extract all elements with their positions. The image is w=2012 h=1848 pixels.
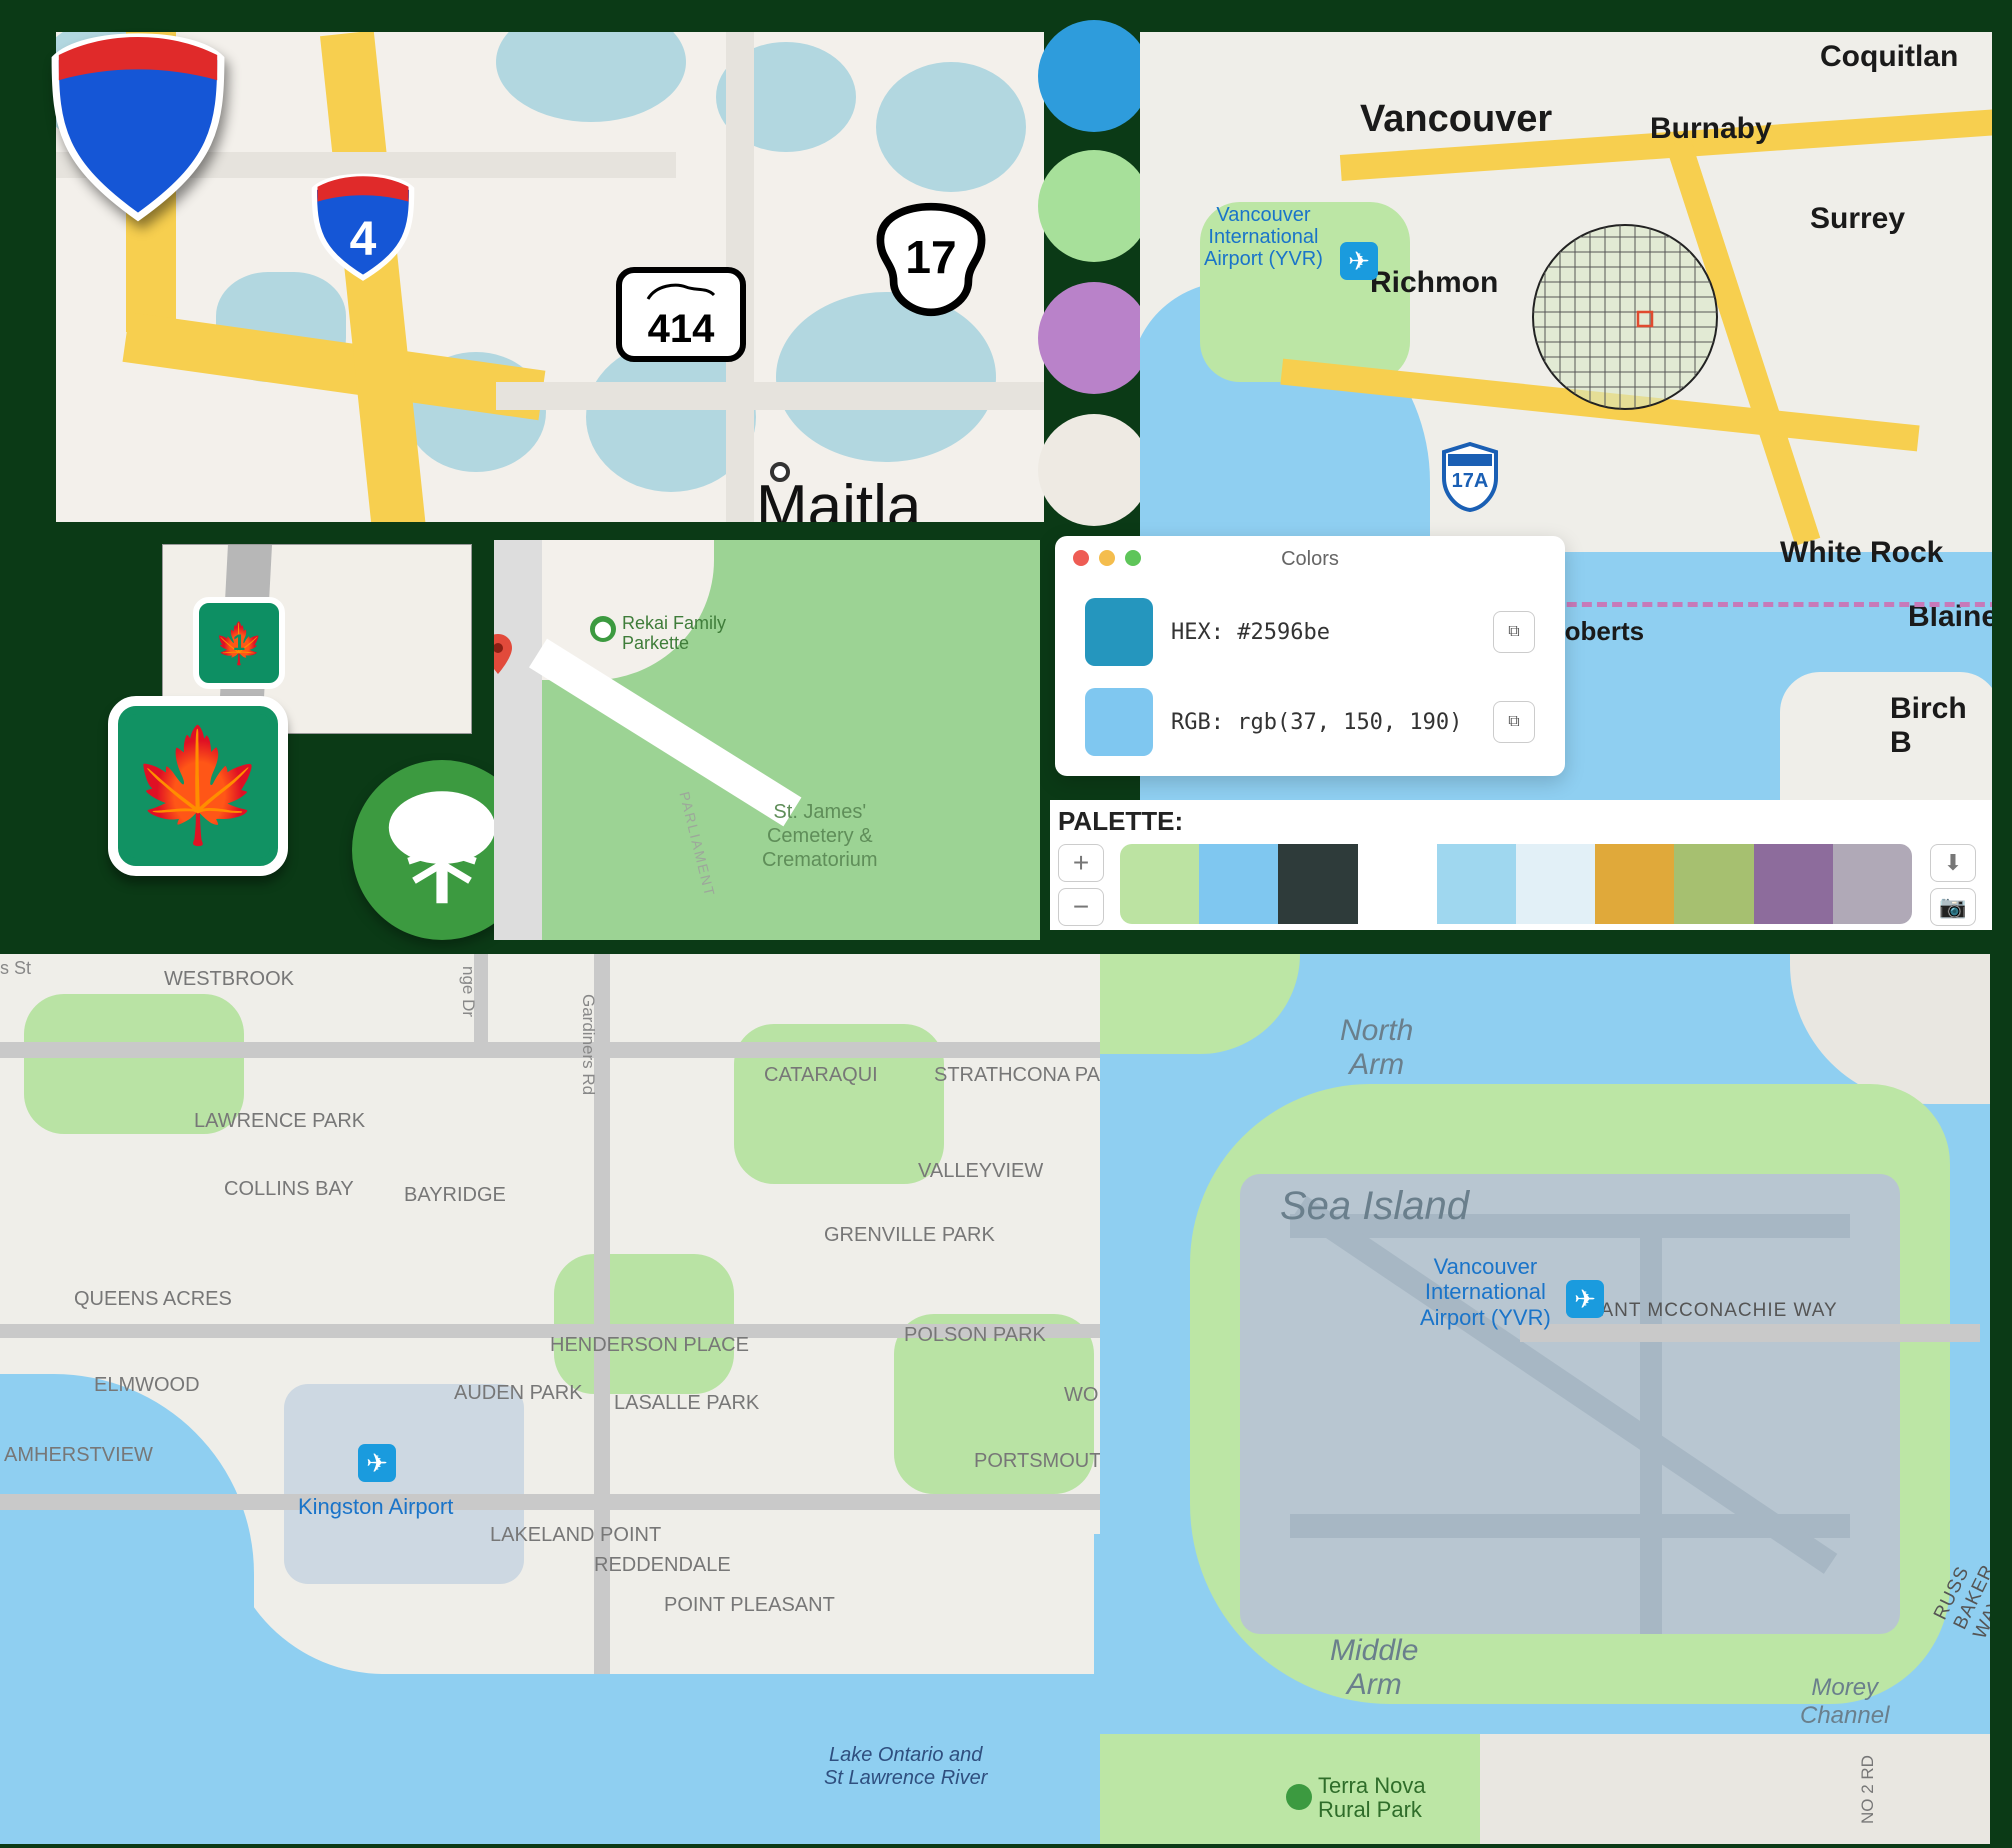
- middle-arm-label: Middle Arm: [1330, 1634, 1418, 1702]
- airplane-icon: ✈: [358, 1444, 396, 1482]
- color-picker-panel: Colors HEX: #2596be ⧉ RGB: rgb(37, 150, …: [1055, 536, 1565, 776]
- palette-camera-button[interactable]: 📷: [1930, 888, 1976, 926]
- radar-scope-icon: [1530, 222, 1720, 412]
- hwy-17a-shield: 17A: [1440, 442, 1500, 512]
- airplane-icon: ✈: [1340, 242, 1378, 280]
- nh-collins: COLLINS BAY: [224, 1178, 354, 1201]
- nh-hend: HENDERSON PLACE: [550, 1334, 749, 1357]
- rekai-park-label: Rekai Family Parkette: [622, 614, 726, 654]
- nh-lakeland: LAKELAND POINT: [490, 1524, 661, 1547]
- us-route-shield: 17: [876, 202, 986, 317]
- city-surrey: Surrey: [1810, 202, 1905, 236]
- interstate-shield-big: [48, 32, 228, 222]
- maple-leaf-badge: 🍁: [108, 696, 288, 876]
- hex-label: HEX:: [1171, 620, 1224, 645]
- nh-elmwood: ELMWOOD: [94, 1374, 200, 1397]
- hex-swatch: [1085, 598, 1153, 666]
- kingston-airport-area: [284, 1384, 524, 1584]
- road-grant-mcconachie: GRANT MCCONACHIE WAY: [1570, 1300, 1838, 1322]
- road-gardiners: Gardiners Rd: [578, 994, 598, 1095]
- ontario-hwy-shield-small: 🍁 1: [193, 597, 285, 689]
- nh-ports: PORTSMOUTH: [974, 1450, 1100, 1473]
- maple-leaf-icon: 🍁: [130, 731, 267, 841]
- nh-redd: REDDENDALE: [594, 1554, 731, 1577]
- nh-point: POINT PLEASANT: [664, 1594, 835, 1617]
- nh-valley: VALLEYVIEW: [918, 1160, 1043, 1183]
- swatch-dot-4: [1038, 414, 1150, 526]
- nh-gren: GRENVILLE PARK: [824, 1224, 995, 1247]
- state-route-shield: 414: [616, 267, 746, 362]
- nh-queens: QUEENS ACRES: [74, 1288, 232, 1311]
- copy-rgb-button[interactable]: ⧉: [1493, 701, 1535, 743]
- palette-download-button[interactable]: ⬇: [1930, 844, 1976, 882]
- park-dot-icon: ⬤: [590, 616, 616, 642]
- ontario-hwy-1-number: 1: [233, 630, 245, 656]
- town-marker-icon: [770, 462, 790, 482]
- swatch-dot-3: [1038, 282, 1150, 394]
- nh-lawrence: LAWRENCE PARK: [194, 1110, 365, 1133]
- palette-strip: [1120, 844, 1912, 924]
- map-pin-icon: [494, 634, 512, 674]
- nh-sst: s St: [0, 958, 31, 979]
- park-dot-icon: [1286, 1784, 1312, 1810]
- sea-island-label: Sea Island: [1280, 1184, 1469, 1229]
- road-nge: nge Dr: [458, 966, 478, 1017]
- yvr-label-2: Vancouver International Airport (YVR): [1420, 1254, 1551, 1330]
- palette-panel: PALETTE: + − ⬇ 📷: [1050, 800, 1992, 930]
- swatch-dot-2: [1038, 150, 1150, 262]
- kingston-map-tile: ✈ Kingston Airport WESTBROOK LAWRENCE PA…: [0, 954, 1100, 1844]
- swatch-dot-1: [1038, 20, 1150, 132]
- nh-polson: POLSON PARK: [904, 1324, 1046, 1347]
- nh-lasalle: LASALLE PARK: [614, 1392, 759, 1415]
- nh-cat: CATARAQUI: [764, 1064, 878, 1087]
- north-arm-label: North Arm: [1340, 1014, 1413, 1082]
- airplane-icon: ✈: [1566, 1280, 1604, 1318]
- rekai-road-label: PARLIAMENT: [676, 790, 718, 899]
- rgb-swatch: [1085, 688, 1153, 756]
- rgb-value: rgb(37, 150, 190): [1237, 710, 1462, 735]
- state-route-number: 414: [648, 307, 715, 352]
- rgb-label: RGB:: [1171, 710, 1224, 735]
- nh-auden: AUDEN PARK: [454, 1382, 583, 1405]
- nh-strath: STRATHCONA PARK: [934, 1064, 1100, 1087]
- palette-remove-button[interactable]: −: [1058, 888, 1104, 926]
- lake-ontario-label: Lake Ontario and St Lawrence River: [824, 1744, 987, 1790]
- rekai-parkette-map: ⬤ Rekai Family Parkette St. James' Cemet…: [494, 540, 1040, 940]
- city-coquitlan: Coquitlan: [1820, 40, 1958, 74]
- palette-add-button[interactable]: +: [1058, 844, 1104, 882]
- palette-label: PALETTE:: [1058, 806, 1183, 837]
- us-route-number: 17: [876, 230, 986, 284]
- sea-island-map-tile: GRANT MCCONACHIE WAY RUSS BAKER WAY NO 2…: [1100, 954, 1990, 1844]
- yvr-label: Vancouver International Airport (YVR): [1204, 204, 1323, 270]
- city-birch: Birch B: [1890, 692, 1992, 760]
- interstate-4-shield: 4: [310, 172, 416, 282]
- interstate-4-number: 4: [310, 212, 416, 267]
- hex-value: #2596be: [1237, 620, 1330, 645]
- nh-amherst: AMHERSTVIEW: [4, 1444, 153, 1467]
- kingston-airport-label: Kingston Airport: [298, 1494, 453, 1520]
- hwy-17a-label: 17A: [1440, 470, 1500, 493]
- city-whiterock: White Rock: [1780, 536, 1943, 570]
- nh-westbrook: WESTBROOK: [164, 968, 294, 991]
- city-burnaby: Burnaby: [1650, 112, 1772, 146]
- road-no2: NO 2 RD: [1858, 1755, 1878, 1824]
- city-vancouver: Vancouver: [1360, 98, 1552, 141]
- nh-wo: WO: [1064, 1384, 1098, 1407]
- copy-hex-button[interactable]: ⧉: [1493, 611, 1535, 653]
- terra-nova-label: Terra Nova Rural Park: [1318, 1774, 1426, 1822]
- morey-channel-label: Morey Channel: [1800, 1674, 1889, 1730]
- rekai-cemetery-label: St. James' Cemetery & Crematorium: [762, 800, 878, 872]
- nh-bayridge: BAYRIDGE: [404, 1184, 506, 1207]
- color-panel-title: Colors: [1055, 548, 1565, 571]
- city-richmond: Richmon: [1370, 266, 1498, 300]
